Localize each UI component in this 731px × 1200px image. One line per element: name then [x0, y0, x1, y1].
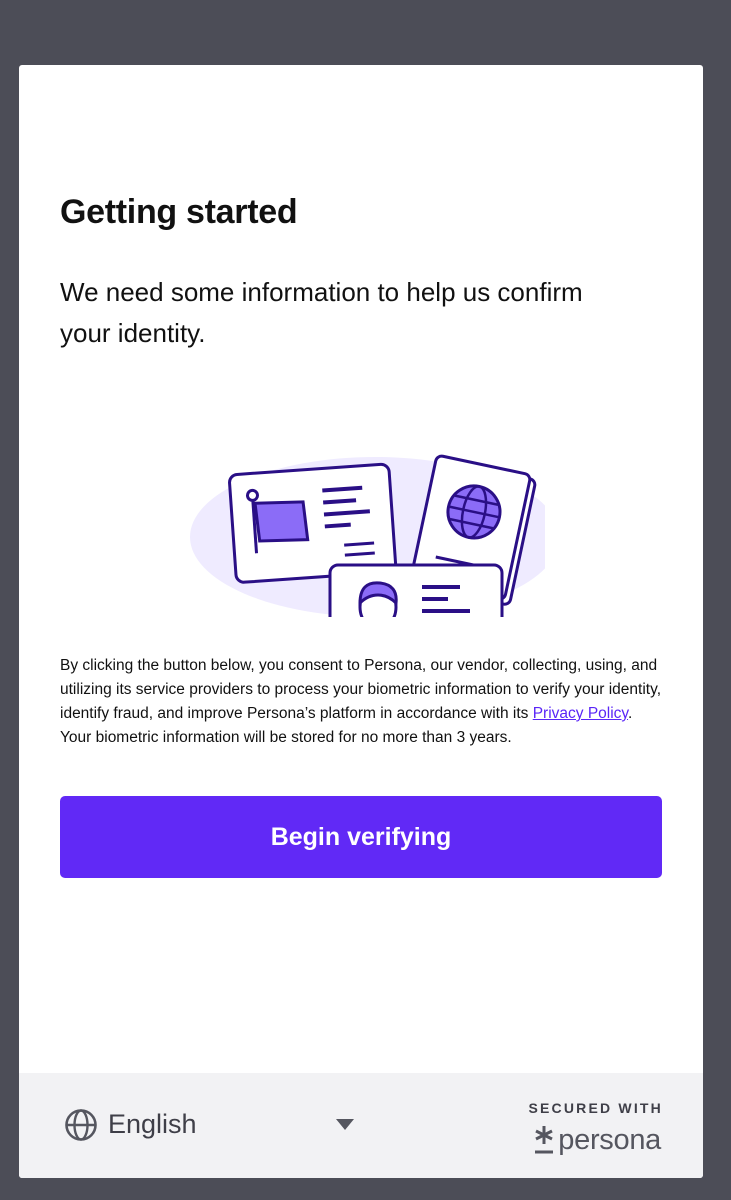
verification-modal: Getting started We need some information…: [19, 65, 703, 1178]
persona-asterisk-icon: [535, 1126, 554, 1154]
modal-footer: English SECURED WITH persona: [19, 1073, 703, 1178]
language-selector[interactable]: English: [64, 1103, 364, 1147]
page-title: Getting started: [60, 193, 298, 231]
secured-with-label: SECURED WITH: [528, 1100, 663, 1116]
language-label: English: [108, 1109, 197, 1139]
persona-logo: persona: [534, 1123, 661, 1157]
chevron-down-icon: [336, 1119, 354, 1130]
begin-verifying-button[interactable]: Begin verifying: [60, 796, 662, 878]
globe-icon: [65, 1109, 97, 1141]
persona-wordmark: persona: [558, 1123, 661, 1156]
consent-text: By clicking the button below, you consen…: [60, 654, 665, 750]
id-documents-illustration: [190, 454, 545, 617]
privacy-policy-link[interactable]: Privacy Policy: [533, 705, 628, 722]
page-subtitle: We need some information to help us conf…: [60, 277, 583, 348]
